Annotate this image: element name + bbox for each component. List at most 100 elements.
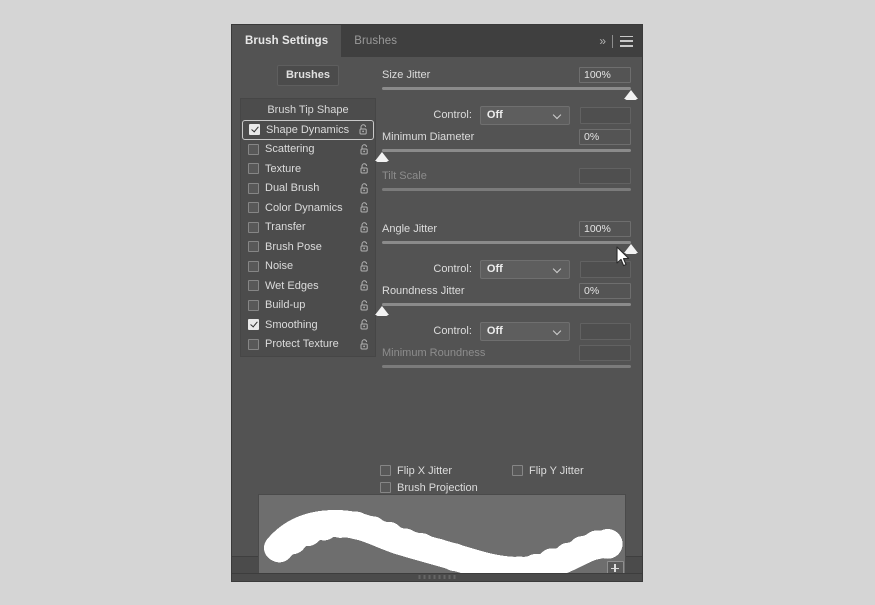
- checkbox-build-up[interactable]: [248, 300, 259, 311]
- list-item-label: Brush Pose: [265, 241, 360, 253]
- checkbox-wet-edges[interactable]: [248, 280, 259, 291]
- lock-open-icon[interactable]: [360, 183, 369, 194]
- checkbox-brush-pose[interactable]: [248, 241, 259, 252]
- panel-resize-grip[interactable]: [232, 573, 642, 581]
- tilt-scale-slider: [382, 186, 631, 203]
- slider-track: [382, 87, 631, 90]
- roundness-control-label: Control:: [382, 325, 480, 337]
- roundness-control-value: Off: [487, 325, 554, 337]
- angle-control-value: Off: [487, 263, 554, 275]
- list-item-protect-texture[interactable]: Protect Texture: [241, 335, 375, 355]
- checkbox-noise[interactable]: [248, 261, 259, 272]
- slider-track: [382, 241, 631, 244]
- angle-control-aux-field[interactable]: [580, 261, 631, 278]
- list-item-texture[interactable]: Texture: [241, 159, 375, 179]
- roundness-control-aux-field[interactable]: [580, 323, 631, 340]
- lock-open-icon[interactable]: [360, 163, 369, 174]
- slider-thumb[interactable]: [375, 306, 389, 315]
- size-jitter-row: Size Jitter: [380, 65, 633, 85]
- brushes-button[interactable]: Brushes: [277, 65, 339, 86]
- brush-tip-shape-item[interactable]: Brush Tip Shape: [241, 101, 375, 120]
- lock-open-icon[interactable]: [360, 319, 369, 330]
- brush-stroke-graphic: [259, 495, 625, 581]
- list-item-brush-pose[interactable]: Brush Pose: [241, 237, 375, 257]
- list-item-build-up[interactable]: Build-up: [241, 296, 375, 316]
- checkbox-protect-texture[interactable]: [248, 339, 259, 350]
- brush-stroke-preview: [258, 494, 626, 581]
- checkbox-flip-x-jitter[interactable]: [380, 465, 391, 476]
- collapse-chevrons-icon[interactable]: »: [599, 34, 605, 48]
- lock-open-icon[interactable]: [360, 339, 369, 350]
- angle-jitter-slider[interactable]: [382, 239, 631, 256]
- tab-bar-spacer: [410, 25, 599, 57]
- panel-menu-icon[interactable]: [620, 36, 633, 47]
- minimum-diameter-input[interactable]: [579, 129, 631, 145]
- list-item-transfer[interactable]: Transfer: [241, 218, 375, 238]
- checkbox-transfer[interactable]: [248, 222, 259, 233]
- list-item-dual-brush[interactable]: Dual Brush: [241, 179, 375, 199]
- list-item-smoothing[interactable]: Smoothing: [241, 315, 375, 335]
- lock-open-icon[interactable]: [360, 241, 369, 252]
- lock-open-icon[interactable]: [360, 280, 369, 291]
- lock-open-icon[interactable]: [359, 124, 368, 135]
- size-jitter-slider[interactable]: [382, 85, 631, 102]
- roundness-jitter-input[interactable]: [579, 283, 631, 299]
- size-jitter-input[interactable]: [579, 67, 631, 83]
- slider-thumb[interactable]: [624, 244, 638, 253]
- checkbox-texture[interactable]: [248, 163, 259, 174]
- roundness-jitter-slider[interactable]: [382, 301, 631, 318]
- size-control-value: Off: [487, 109, 554, 121]
- size-control-dropdown[interactable]: Off: [480, 106, 570, 125]
- checkbox-smoothing[interactable]: [248, 319, 259, 330]
- checkbox-scattering[interactable]: [248, 144, 259, 155]
- list-item-noise[interactable]: Noise: [241, 257, 375, 277]
- minimum-roundness-slider: [382, 363, 631, 380]
- angle-jitter-input[interactable]: [579, 221, 631, 237]
- size-control-aux-field[interactable]: [580, 107, 631, 124]
- minimum-roundness-block: Minimum Roundness: [380, 343, 633, 380]
- lock-open-icon[interactable]: [360, 144, 369, 155]
- list-item-scattering[interactable]: Scattering: [241, 140, 375, 160]
- checkbox-color-dynamics[interactable]: [248, 202, 259, 213]
- roundness-control-dropdown[interactable]: Off: [480, 322, 570, 341]
- lock-open-icon[interactable]: [360, 261, 369, 272]
- flip-x-jitter-option[interactable]: Flip X Jitter: [380, 465, 452, 477]
- chevron-down-icon: [554, 111, 563, 120]
- slider-track: [382, 365, 631, 368]
- brush-projection-option[interactable]: Brush Projection: [380, 482, 478, 494]
- flip-y-jitter-option[interactable]: Flip Y Jitter: [512, 465, 584, 477]
- minimum-diameter-slider[interactable]: [382, 147, 631, 164]
- lock-open-icon[interactable]: [360, 222, 369, 233]
- list-item-label: Color Dynamics: [265, 202, 360, 214]
- flip-jitter-line: Flip X Jitter Flip Y Jitter: [380, 462, 633, 479]
- size-control-row: Control: Off: [380, 104, 633, 126]
- list-item-shape-dynamics[interactable]: Shape Dynamics: [242, 120, 374, 140]
- brush-preset-column: Brushes Brush Tip Shape Shape Dynamics S…: [240, 65, 376, 357]
- checkbox-flip-y-jitter[interactable]: [512, 465, 523, 476]
- checkbox-shape-dynamics[interactable]: [249, 124, 260, 135]
- list-item-label: Wet Edges: [265, 280, 360, 292]
- checkbox-brush-projection[interactable]: [380, 482, 391, 493]
- slider-thumb[interactable]: [624, 90, 638, 99]
- grip-marks: [419, 575, 456, 579]
- slider-track: [382, 303, 631, 306]
- list-item-label: Transfer: [265, 221, 360, 233]
- minimum-roundness-input: [579, 345, 631, 361]
- list-item-label: Scattering: [265, 143, 360, 155]
- slider-thumb[interactable]: [375, 152, 389, 161]
- brush-projection-label: Brush Projection: [397, 482, 478, 494]
- angle-control-dropdown[interactable]: Off: [480, 260, 570, 279]
- minimum-roundness-label: Minimum Roundness: [382, 347, 579, 359]
- panel-body: Brushes Brush Tip Shape Shape Dynamics S…: [232, 57, 642, 556]
- lock-open-icon[interactable]: [360, 300, 369, 311]
- list-item-color-dynamics[interactable]: Color Dynamics: [241, 198, 375, 218]
- tab-brush-settings[interactable]: Brush Settings: [232, 25, 341, 57]
- list-item-label: Noise: [265, 260, 360, 272]
- tab-brushes[interactable]: Brushes: [341, 25, 410, 57]
- list-item-label: Build-up: [265, 299, 360, 311]
- list-item-wet-edges[interactable]: Wet Edges: [241, 276, 375, 296]
- lock-open-icon[interactable]: [360, 202, 369, 213]
- minimum-diameter-block: Minimum Diameter: [380, 127, 633, 164]
- tilt-scale-label: Tilt Scale: [382, 170, 579, 182]
- checkbox-dual-brush[interactable]: [248, 183, 259, 194]
